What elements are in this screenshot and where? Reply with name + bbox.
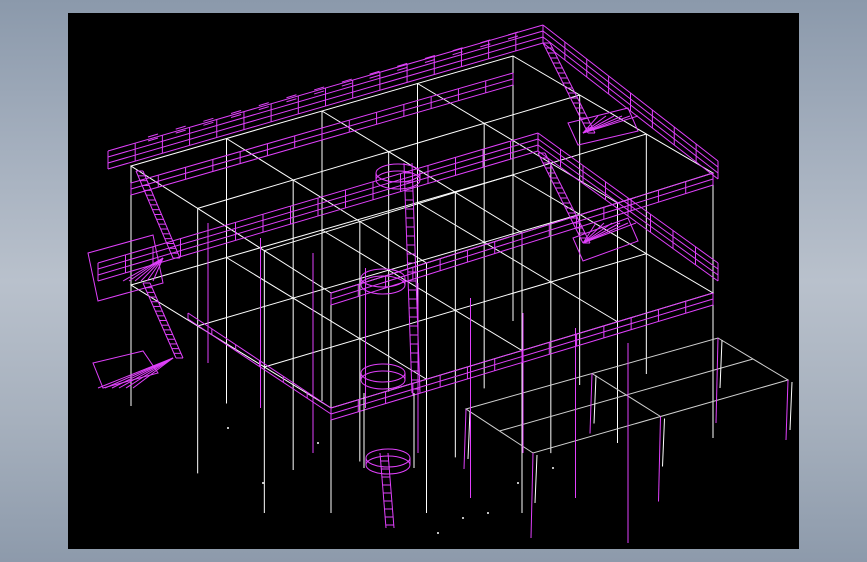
railings bbox=[97, 24, 719, 421]
wireframe-drawing bbox=[87, 24, 793, 543]
cad-viewport[interactable] bbox=[68, 13, 799, 549]
central-tower bbox=[360, 162, 421, 529]
